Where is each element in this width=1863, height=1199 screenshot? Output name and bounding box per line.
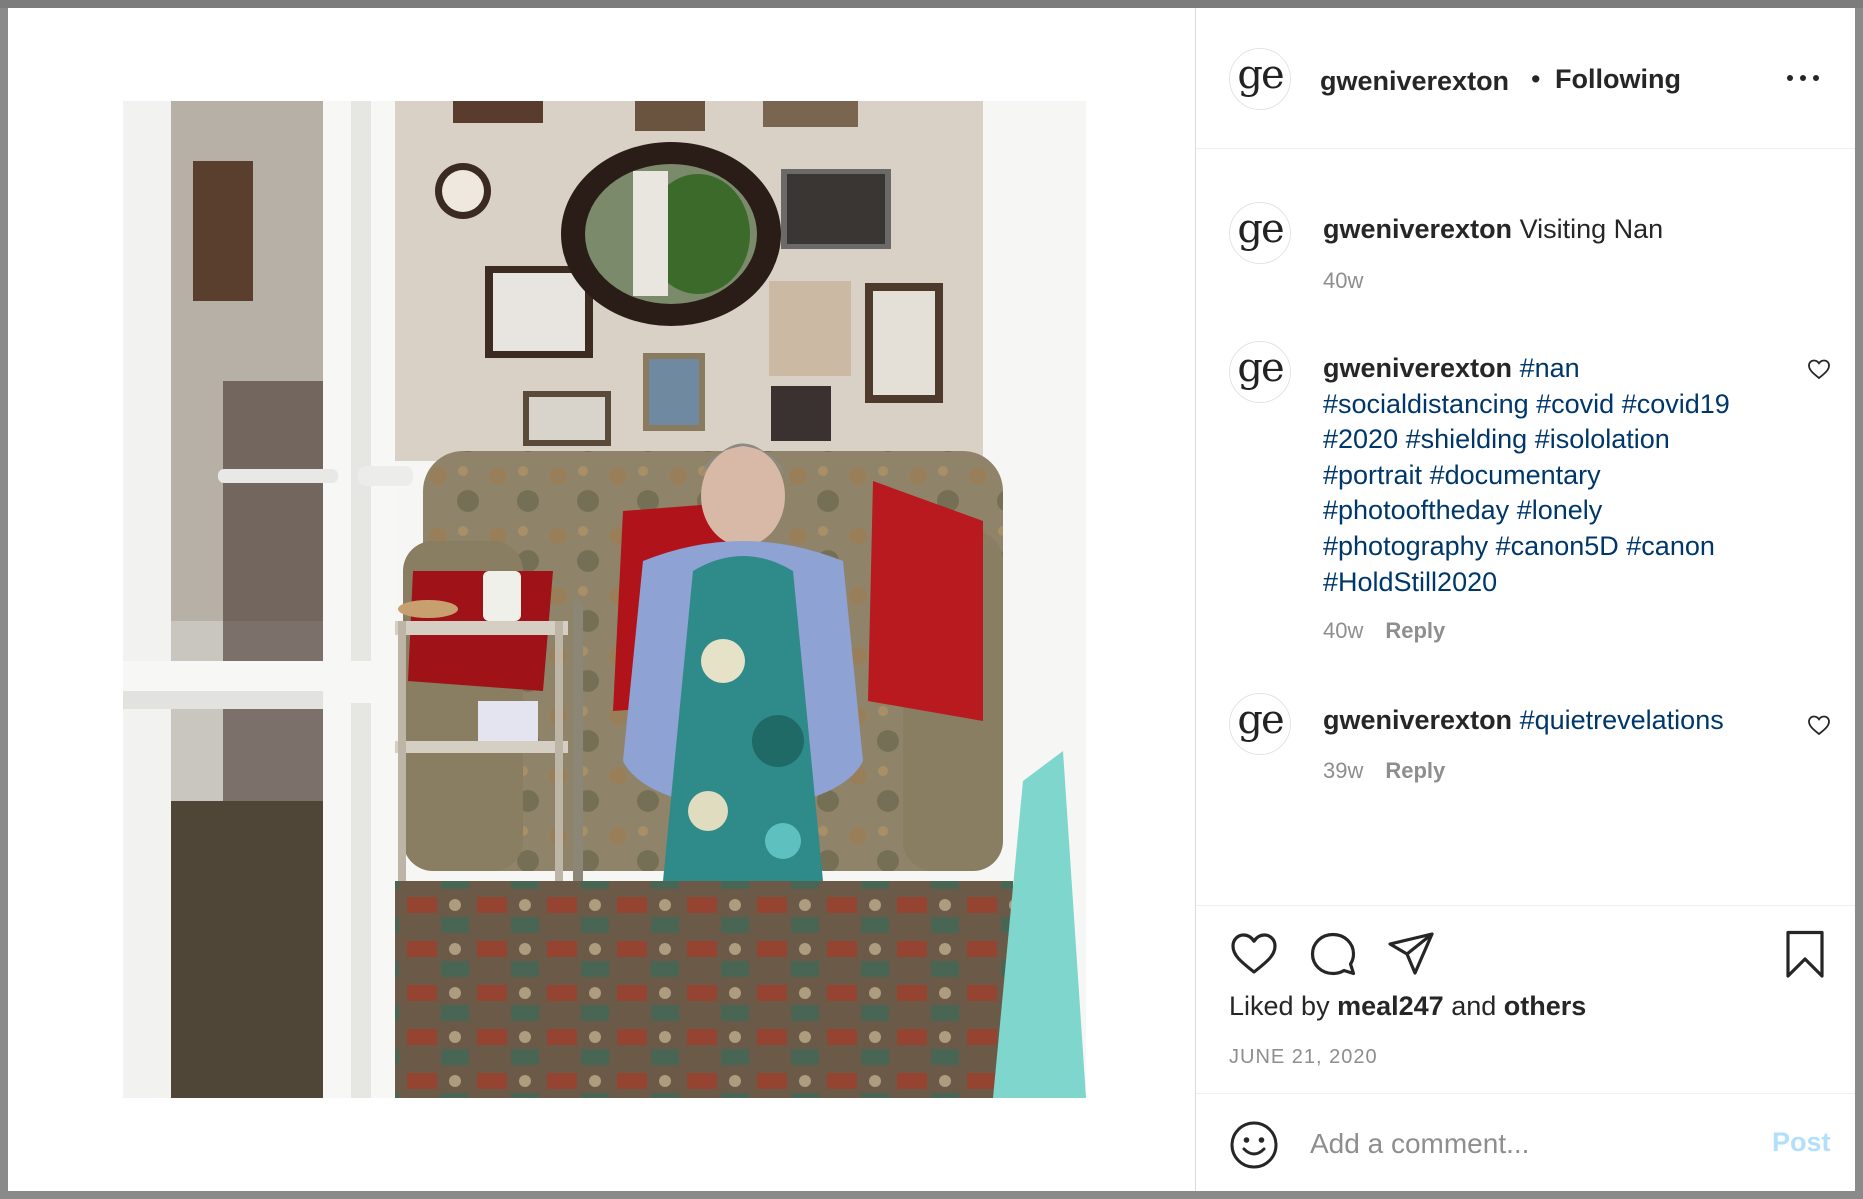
bookmark-icon[interactable] bbox=[1780, 929, 1830, 979]
comment-meta: 39w Reply bbox=[1323, 758, 1445, 784]
liked-by-others[interactable]: others bbox=[1504, 991, 1587, 1021]
header-username[interactable]: gweniverexton bbox=[1320, 66, 1509, 97]
comment-like-heart-icon[interactable] bbox=[1807, 713, 1831, 737]
hashtag-link[interactable]: #covid bbox=[1536, 389, 1614, 419]
hashtag-link[interactable]: #2020 bbox=[1323, 424, 1398, 454]
avatar[interactable]: ge bbox=[1229, 341, 1291, 403]
hashtag-link[interactable]: #covid19 bbox=[1622, 389, 1730, 419]
header-separator: • bbox=[1531, 64, 1541, 94]
liked-by-user[interactable]: meal247 bbox=[1337, 991, 1444, 1021]
post-photo[interactable] bbox=[123, 101, 1086, 1098]
post-side-panel: ge gweniverexton • Following ge gweniver… bbox=[1196, 8, 1855, 1191]
paper-plane-icon[interactable] bbox=[1386, 929, 1436, 979]
hashtag-link[interactable]: #documentary bbox=[1430, 460, 1601, 490]
avatar[interactable]: ge bbox=[1229, 693, 1291, 755]
comment-age[interactable]: 40w bbox=[1323, 618, 1363, 643]
hashtag-link[interactable]: #photography bbox=[1323, 531, 1488, 561]
media-pane bbox=[8, 8, 1196, 1191]
photo-illustration bbox=[123, 101, 1086, 1098]
hashtag-link[interactable]: #shielding bbox=[1406, 424, 1528, 454]
caption-meta: 40w bbox=[1323, 268, 1363, 294]
hashtag-link[interactable]: #isololation bbox=[1535, 424, 1670, 454]
post-actions: Liked by meal247 and others JUNE 21, 202… bbox=[1196, 905, 1855, 1094]
hashtag-link[interactable]: #canon5D bbox=[1496, 531, 1619, 561]
hashtag-link[interactable]: #socialdistancing bbox=[1323, 389, 1529, 419]
hashtag-link[interactable]: #quietrevelations bbox=[1520, 705, 1724, 735]
browser-top-strip bbox=[0, 0, 1863, 8]
hashtag-link[interactable]: #HoldStill2020 bbox=[1323, 567, 1497, 597]
hashtag-link[interactable]: #photooftheday bbox=[1323, 495, 1509, 525]
comment-like-heart-icon[interactable] bbox=[1807, 357, 1831, 381]
reply-button[interactable]: Reply bbox=[1385, 618, 1445, 643]
hashtag-link[interactable]: #lonely bbox=[1517, 495, 1603, 525]
smiley-icon[interactable] bbox=[1229, 1120, 1279, 1170]
caption-age[interactable]: 40w bbox=[1323, 268, 1363, 293]
post-button[interactable]: Post bbox=[1772, 1127, 1831, 1158]
reply-button[interactable]: Reply bbox=[1385, 758, 1445, 783]
avatar[interactable]: ge bbox=[1229, 202, 1291, 264]
hashtag-link[interactable]: #nan bbox=[1520, 353, 1580, 383]
caption-text: gweniverexton Visiting Nan bbox=[1323, 212, 1773, 248]
heart-icon[interactable] bbox=[1229, 929, 1279, 979]
caption-username[interactable]: gweniverexton bbox=[1323, 214, 1512, 244]
more-options-icon[interactable] bbox=[1783, 62, 1823, 92]
liked-by-label: Liked by bbox=[1229, 991, 1330, 1021]
comment-text: gweniverexton #quietrevelations bbox=[1323, 703, 1773, 739]
following-button[interactable]: Following bbox=[1555, 64, 1681, 95]
comment-age[interactable]: 39w bbox=[1323, 758, 1363, 783]
avatar[interactable]: ge bbox=[1229, 48, 1291, 110]
likes-conjunction: and bbox=[1451, 991, 1497, 1021]
comment-username[interactable]: gweniverexton bbox=[1323, 353, 1512, 383]
hashtag-link[interactable]: #canon bbox=[1626, 531, 1715, 561]
comment-input[interactable] bbox=[1308, 1121, 1712, 1167]
likes-summary: Liked by meal247 and others bbox=[1229, 991, 1586, 1022]
add-comment-bar: Post bbox=[1196, 1093, 1855, 1191]
post-header: ge gweniverexton • Following bbox=[1196, 8, 1855, 149]
comment-bubble-icon[interactable] bbox=[1308, 929, 1358, 979]
comment-username[interactable]: gweniverexton bbox=[1323, 705, 1512, 735]
post-modal: ge gweniverexton • Following ge gweniver… bbox=[8, 8, 1855, 1191]
comment-meta: 40w Reply bbox=[1323, 618, 1445, 644]
post-date[interactable]: JUNE 21, 2020 bbox=[1229, 1046, 1378, 1069]
hashtag-link[interactable]: #portrait bbox=[1323, 460, 1422, 490]
comment-text: gweniverexton #nan #socialdistancing #co… bbox=[1323, 351, 1773, 600]
caption-body: Visiting Nan bbox=[1519, 214, 1664, 244]
